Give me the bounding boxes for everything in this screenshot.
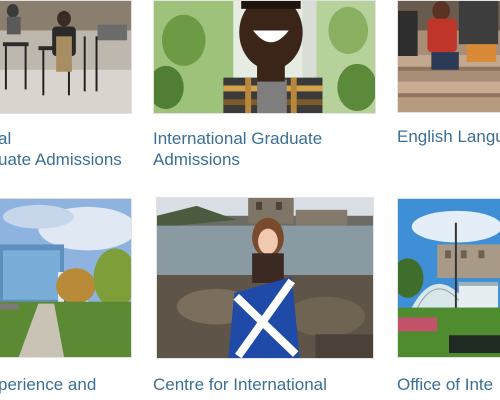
smiling-student-photo[interactable]	[153, 0, 376, 114]
card-title[interactable]: Admissions	[153, 149, 240, 170]
card-title[interactable]: uate Admissions	[0, 149, 122, 170]
glasshouse-photo[interactable]	[397, 198, 500, 358]
card-title[interactable]: Office of Inte	[397, 374, 493, 395]
student-with-flag-photo[interactable]	[156, 197, 374, 359]
card-title[interactable]: English Langu	[397, 126, 500, 147]
card-title[interactable]: Centre for International	[153, 374, 327, 395]
students-on-steps-photo[interactable]	[397, 0, 500, 113]
cafeteria-photo[interactable]	[0, 0, 132, 114]
card-title[interactable]: International Graduate	[153, 128, 322, 149]
card-title[interactable]: perience and	[0, 374, 96, 395]
card-title[interactable]: al	[0, 128, 11, 149]
campus-building-photo[interactable]	[0, 198, 132, 358]
